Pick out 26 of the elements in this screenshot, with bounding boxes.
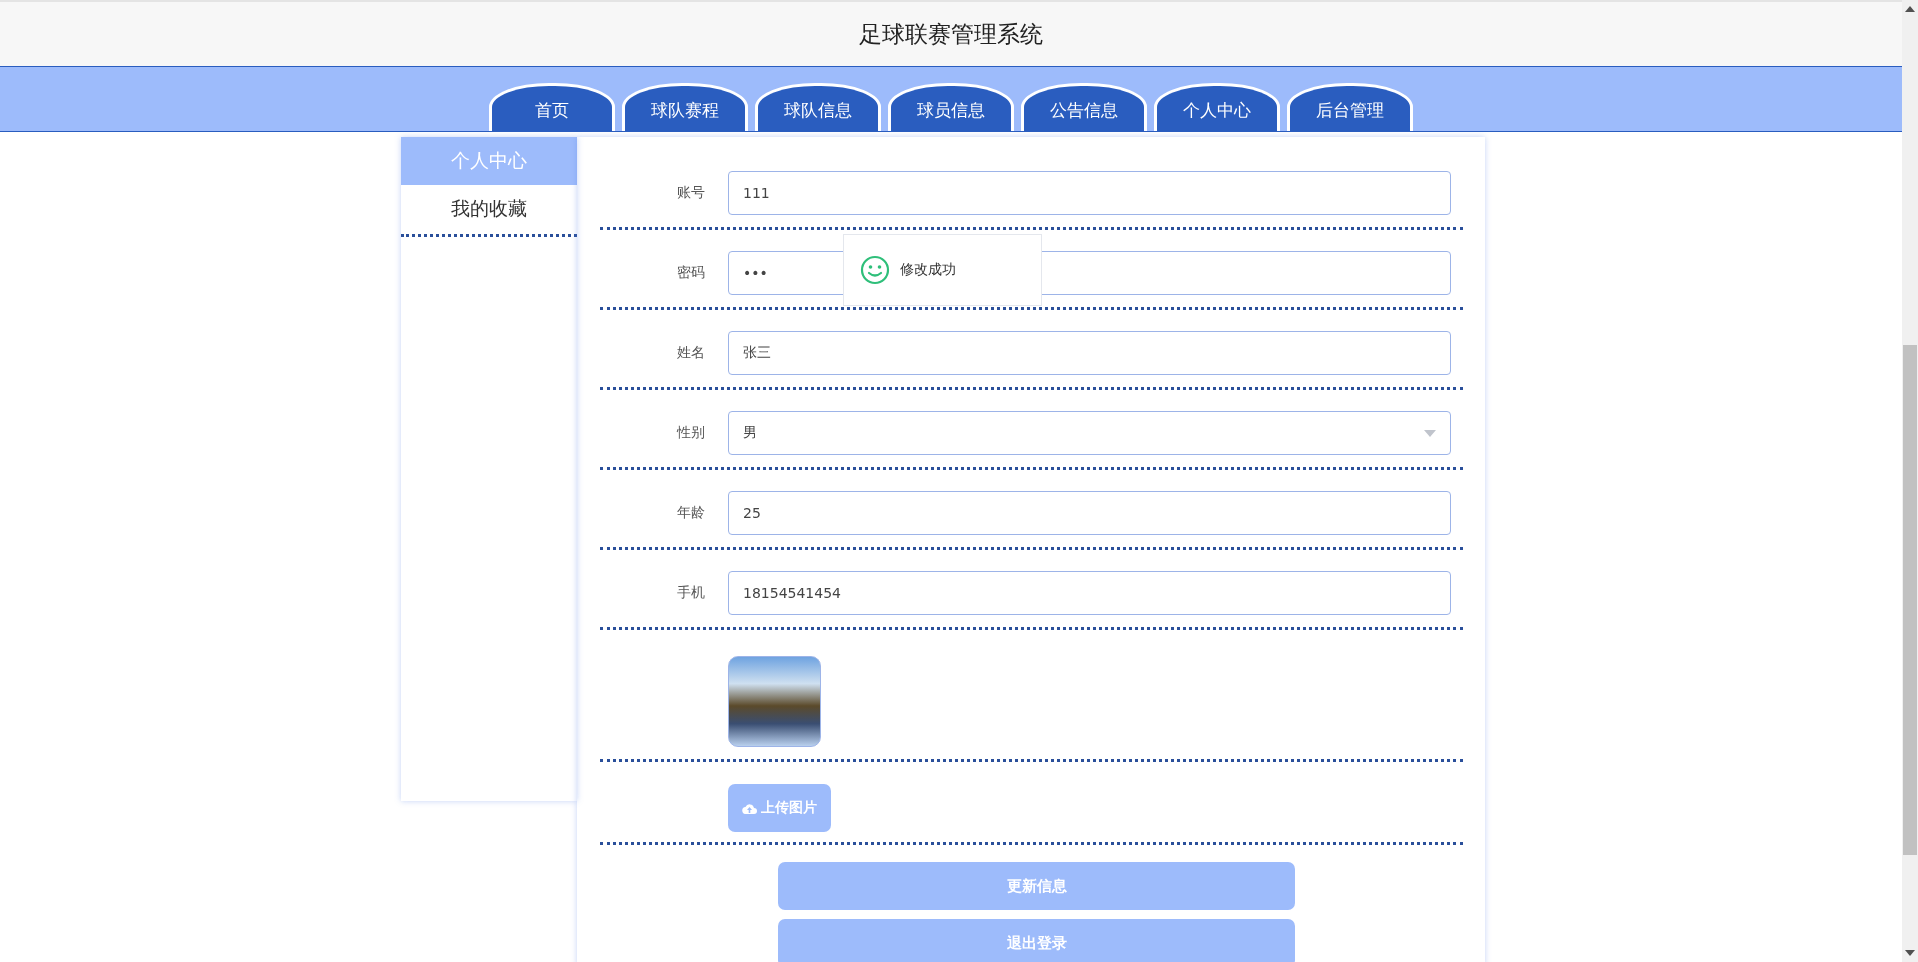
smiley-icon [860, 255, 890, 285]
sidebar-item[interactable]: 我的收藏 [401, 185, 577, 233]
input-field[interactable]: 18154541454 [728, 571, 1451, 615]
nav-tab[interactable]: 球员信息 [888, 83, 1014, 131]
field-label: 年龄 [676, 504, 706, 522]
input-field[interactable]: 张三 [728, 331, 1451, 375]
field-label: 手机 [676, 584, 706, 602]
field-label: 性别 [675, 424, 706, 442]
scroll-down-icon[interactable] [1905, 950, 1915, 956]
site-title: 足球联赛管理系统 [859, 19, 1043, 49]
field-label: 密码 [676, 264, 706, 282]
nav-tab[interactable]: 公告信息 [1021, 83, 1147, 131]
select-field[interactable]: 男 [728, 411, 1451, 455]
input-field[interactable]: 111 [728, 171, 1451, 215]
field-label: 姓名 [676, 344, 706, 362]
nav-tab[interactable]: 首页 [489, 83, 615, 131]
nav-tab[interactable]: 球队赛程 [622, 83, 748, 131]
cloud-upload-icon [742, 802, 757, 814]
nav-tab[interactable]: 球队信息 [755, 83, 881, 131]
scroll-up-icon[interactable] [1905, 6, 1915, 12]
input-field[interactable]: 25 [728, 491, 1451, 535]
nav-tab[interactable]: 后台管理 [1287, 83, 1413, 131]
field-label: 账号 [676, 184, 706, 202]
nav-tab[interactable]: 个人中心 [1154, 83, 1280, 131]
caret-icon [1424, 429, 1436, 437]
toast-text: 修改成功 [900, 261, 956, 279]
